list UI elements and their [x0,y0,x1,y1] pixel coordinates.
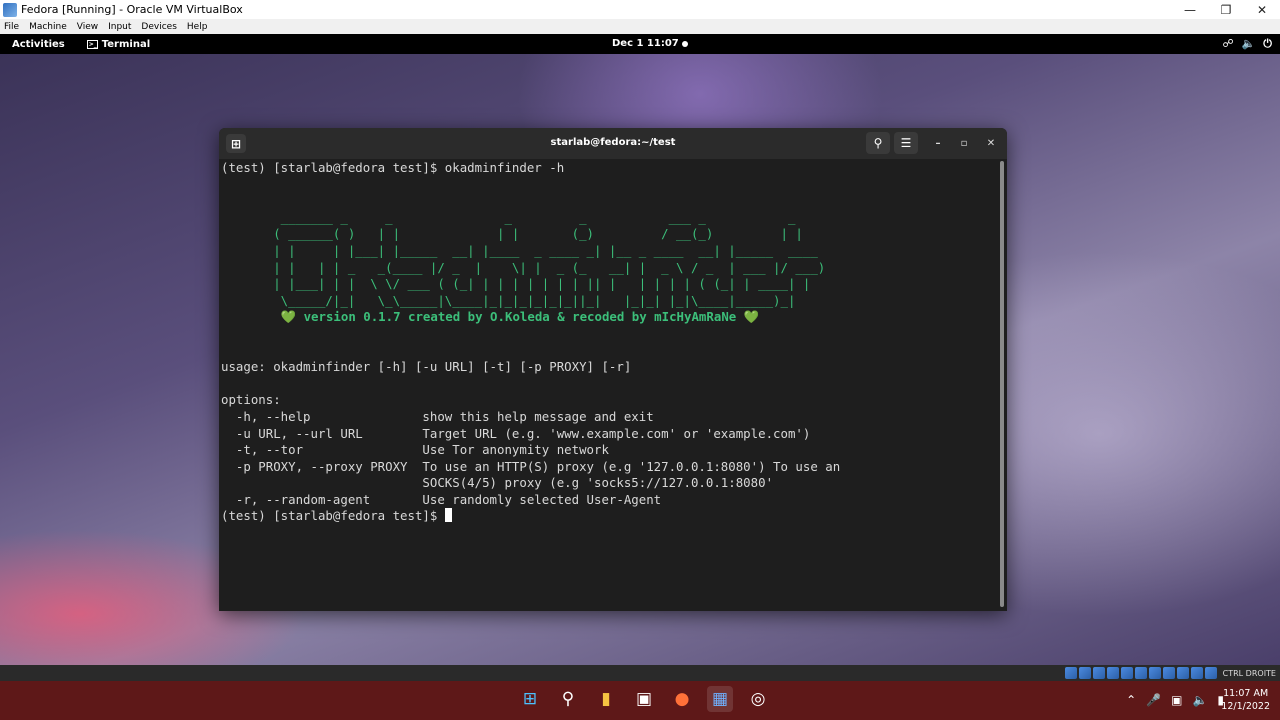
option-proxy: -p PROXY, --proxy PROXY To use an HTTP(S… [221,458,841,474]
command-line: (test) [starlab@fedora test]$ okadminfin… [221,160,565,175]
terminal-icon: >_ [86,39,98,49]
window-title: Fedora [Running] - Oracle VM VirtualBox [21,3,243,16]
terminal-output[interactable]: (test) [starlab@fedora test]$ okadminfin… [221,159,995,611]
chevron-up-icon[interactable]: ⌃ [1126,693,1136,707]
file-explorer-button[interactable]: ▮ [593,686,619,712]
menu-machine[interactable]: Machine [29,22,67,32]
volume-icon[interactable]: 🔈 [1192,693,1207,707]
terminal-maximize-button[interactable]: ▫ [956,135,972,151]
activities-button[interactable]: Activities [12,39,65,50]
terminal-headerbar[interactable]: ⊞ starlab@fedora:~/test ⚲ ☰ – ▫ ✕ [219,128,1007,159]
maximize-button[interactable]: ❐ [1208,0,1244,19]
usb-icon[interactable] [1120,667,1133,679]
notification-dot-icon [682,41,688,47]
search-icon: ⚲ [561,689,575,709]
hard-disk-icon[interactable] [1064,667,1077,679]
taskbar-date: 12/1/2022 [1221,701,1270,712]
menu-help[interactable]: Help [187,22,208,32]
clock[interactable]: Dec 1 11:07 [612,38,679,49]
terminal-scrollbar[interactable] [1000,161,1004,607]
store-icon: ▣ [635,689,653,709]
cpu-icon[interactable] [1176,667,1189,679]
obs-button[interactable]: ◎ [745,686,771,712]
virtualbox-taskbar-button[interactable]: ▦ [707,686,733,712]
menu-button[interactable]: ☰ [894,132,918,154]
power-icon: ⏻ [1263,37,1272,50]
firefox-icon: ● [674,689,690,709]
vbox-menubar: File Machine View Input Devices Help [0,19,1280,34]
video-capture-icon[interactable] [1162,667,1175,679]
windows-icon: ⊞ [522,689,538,709]
menu-file[interactable]: File [4,22,19,32]
record-icon: ◎ [750,689,766,709]
gnome-topbar: Activities >_ Terminal Dec 1 11:07 ☍ 🔈 ⏻ [0,34,1280,54]
banner-line-1: _______ _ _ _ _ ___ _ _ [221,209,796,225]
hamburger-icon: ☰ [900,136,912,150]
vbox-titlebar: Fedora [Running] - Oracle VM VirtualBox … [0,0,1280,19]
virtualbox-icon [3,2,17,17]
app-menu[interactable]: >_ Terminal [86,38,151,50]
options-header: options: [221,392,281,408]
app-name: Terminal [101,38,151,50]
terminal-close-button[interactable]: ✕ [983,135,999,151]
audio-icon[interactable] [1092,667,1105,679]
network-adapter-icon[interactable] [1106,667,1119,679]
taskbar-clock[interactable]: 11:07 AM 12/1/2022 [1221,687,1270,713]
menu-input[interactable]: Input [108,22,131,32]
windows-taskbar: ⊞ ⚲ ▮ ▣ ● ▦ ◎ ⌃ 🎤 ▣ 🔈 ▮ 11:07 AM 12/1/20… [0,681,1280,720]
cursor [444,508,452,523]
option-tor: -t, --tor Use Tor anonymity network [221,442,609,458]
banner-line-5: | |___| | | \ \/ ___ ( (_| | | | | | | |… [221,276,811,292]
usage-line: usage: okadminfinder [-h] [-u URL] [-t] … [221,359,632,375]
keyboard-icon[interactable] [1204,667,1217,679]
search-taskbar-button[interactable]: ⚲ [555,686,581,712]
virtualbox-icon: ▦ [711,689,729,709]
banner-line-2: ( ______( ) | | | | (_) / __(_) | | [221,226,803,242]
display-tray-icon[interactable]: ▣ [1171,693,1182,707]
display-icon[interactable] [1148,667,1161,679]
prompt: (test) [starlab@fedora test]$ [221,508,445,524]
banner-line-4: | | | | _ _(____ |/ _ | \| | _ (_ __| | … [221,259,826,275]
folder-icon: ▮ [601,689,611,709]
firefox-button[interactable]: ● [669,686,695,712]
terminal-window[interactable]: ⊞ starlab@fedora:~/test ⚲ ☰ – ▫ ✕ (test)… [219,128,1007,611]
shared-folders-icon[interactable] [1134,667,1147,679]
option-proxy-cont: SOCKS(4/5) proxy (e.g 'socks5://127.0.0.… [221,475,774,491]
terminal-minimize-button[interactable]: – [930,135,946,151]
store-button[interactable]: ▣ [631,686,657,712]
volume-icon: 🔈 [1241,37,1256,50]
prompt-line[interactable]: (test) [starlab@fedora test]$ [221,508,995,525]
taskbar-time: 11:07 AM [1223,688,1269,699]
banner-line-3: | | | |___| |_____ __| |____ _ ____ _| |… [221,242,818,258]
mouse-integration-icon[interactable] [1190,667,1203,679]
menu-view[interactable]: View [77,22,98,32]
search-button[interactable]: ⚲ [866,132,890,154]
network-icon: ☍ [1222,37,1234,50]
close-button[interactable]: ✕ [1244,0,1280,19]
host-key-label: CTRL DROITE [1222,668,1276,678]
microphone-icon[interactable]: 🎤 [1146,693,1161,707]
version-line: 💚 version 0.1.7 created by O.Koleda & re… [221,309,760,325]
option-help: -h, --help show this help message and ex… [221,408,654,424]
search-icon: ⚲ [873,136,883,150]
start-button[interactable]: ⊞ [517,686,543,712]
vbox-status-bar: CTRL DROITE [0,665,1280,681]
option-random-agent: -r, --random-agent Use randomly selected… [221,491,662,507]
minimize-button[interactable]: — [1172,0,1208,19]
menu-devices[interactable]: Devices [141,22,176,32]
optical-drive-icon[interactable] [1078,667,1091,679]
option-url: -u URL, --url URL Target URL (e.g. 'www.… [221,425,811,441]
system-menu[interactable]: ☍ 🔈 ⏻ [1222,37,1272,51]
banner-line-6: \_____/|_| \_\_____|\____|_|_|_|_|_|_||_… [221,292,796,308]
